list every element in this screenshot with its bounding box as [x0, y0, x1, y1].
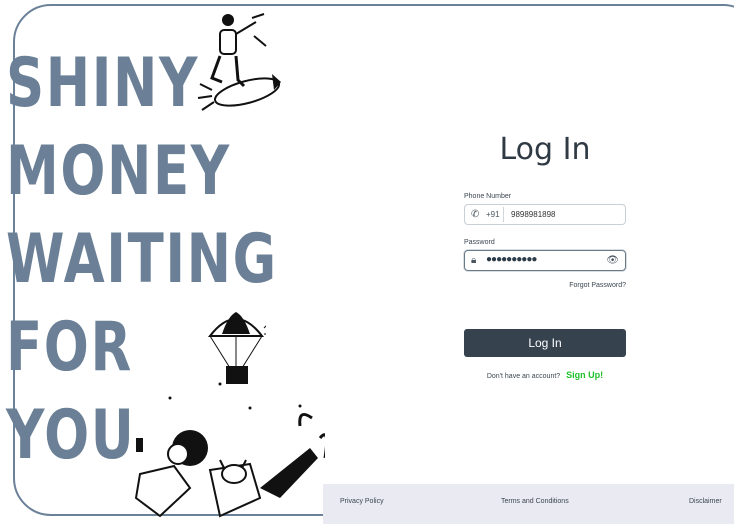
signup-link[interactable]: Sign Up! [566, 370, 603, 380]
hero-line-1: SHINY [6, 44, 199, 123]
lock-icon: 🔒︎ [471, 255, 477, 266]
eye-icon[interactable]: 👁︎ [606, 255, 619, 266]
hero-line-3: WAITING [6, 220, 278, 299]
no-account-text: Don't have an account? [486, 373, 561, 380]
phone-icon: ✆ [471, 209, 480, 220]
footer: Privacy Policy Terms and Conditions Disc… [323, 484, 734, 524]
hero-line-5: YOU [6, 396, 136, 475]
privacy-policy-link[interactable]: Privacy Policy [340, 498, 384, 505]
password-input[interactable]: ●●●●●●●●●● [486, 254, 537, 265]
forgot-password-link[interactable]: Forgot Password? [540, 282, 626, 289]
phone-label: Phone Number [464, 193, 512, 200]
hero-line-4: FOR [6, 308, 133, 387]
disclaimer-link[interactable]: Disclaimer [689, 498, 722, 505]
login-button[interactable]: Log In [464, 329, 626, 357]
country-code[interactable]: +91 [486, 210, 500, 219]
login-title: Log In [499, 132, 591, 167]
password-field[interactable]: 🔒︎ ●●●●●●●●●● 👁︎ [464, 250, 626, 271]
password-label: Password [464, 239, 495, 246]
terms-link[interactable]: Terms and Conditions [501, 498, 569, 505]
hero-line-2: MONEY [6, 132, 231, 211]
signup-row: Don't have an account? Sign Up! [464, 370, 626, 380]
rocket-rider-illustration [197, 13, 281, 111]
phone-input[interactable]: 9898981898 [511, 210, 556, 219]
phone-field[interactable]: ✆ +91 9898981898 [464, 204, 626, 225]
field-divider [503, 207, 504, 222]
woman-with-dog-illustration [134, 382, 325, 518]
parachute-box-illustration [207, 312, 266, 384]
